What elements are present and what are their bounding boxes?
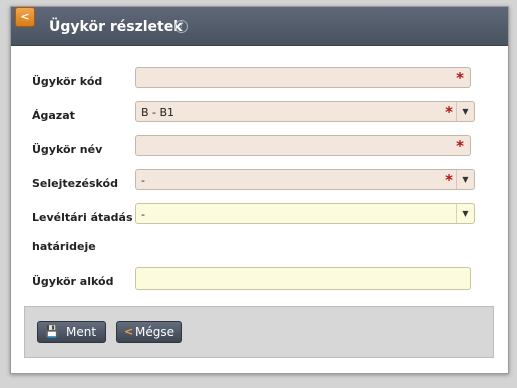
- required-indicator: *: [445, 171, 453, 189]
- label-selejtezeskod: Selejtezéskód: [32, 177, 118, 190]
- label-ugykor-nev: Ügykör név: [32, 143, 103, 156]
- cancel-button[interactable]: < Mégse: [116, 321, 182, 343]
- panel-header: < Ügykör részletek ?: [11, 7, 508, 46]
- label-hatarideje: határideje: [32, 240, 96, 253]
- page-title: Ügykör részletek: [49, 19, 183, 35]
- agazat-select[interactable]: B - B1 * ▼: [135, 101, 475, 122]
- required-indicator: *: [456, 137, 464, 155]
- chevron-down-icon[interactable]: ▼: [456, 170, 474, 189]
- ugykor-alkod-input[interactable]: [135, 267, 471, 290]
- back-button[interactable]: <: [15, 7, 35, 27]
- chevron-left-icon: <: [124, 325, 134, 338]
- label-ugykor-alkod: Ügykör alkód: [32, 275, 114, 288]
- selejtezeskod-select[interactable]: - * ▼: [135, 169, 475, 190]
- leveltari-atadas-value: -: [141, 208, 145, 221]
- save-button[interactable]: 💾 Ment: [37, 321, 106, 343]
- label-leveltari-atadas: Levéltári átadás: [32, 211, 133, 224]
- save-icon: 💾: [45, 325, 59, 338]
- required-indicator: *: [445, 103, 453, 121]
- label-agazat: Ágazat: [32, 109, 75, 122]
- ugykor-nev-input[interactable]: *: [135, 135, 471, 156]
- help-icon[interactable]: ?: [175, 20, 188, 33]
- form-footer: 💾 Ment < Mégse: [24, 306, 494, 358]
- leveltari-atadas-select[interactable]: - ▼: [135, 203, 475, 224]
- cancel-button-label: Mégse: [135, 325, 174, 339]
- save-button-label: Ment: [66, 325, 97, 339]
- selejtezeskod-value: -: [141, 174, 145, 187]
- chevron-down-icon[interactable]: ▼: [456, 102, 474, 121]
- ugykor-kod-input[interactable]: *: [135, 67, 471, 88]
- details-panel: < Ügykör részletek ? Ügykör kód * Ágazat…: [10, 6, 509, 374]
- chevron-down-icon[interactable]: ▼: [456, 204, 474, 223]
- label-ugykor-kod: Ügykör kód: [32, 75, 103, 88]
- agazat-value: B - B1: [141, 106, 175, 119]
- required-indicator: *: [456, 69, 464, 87]
